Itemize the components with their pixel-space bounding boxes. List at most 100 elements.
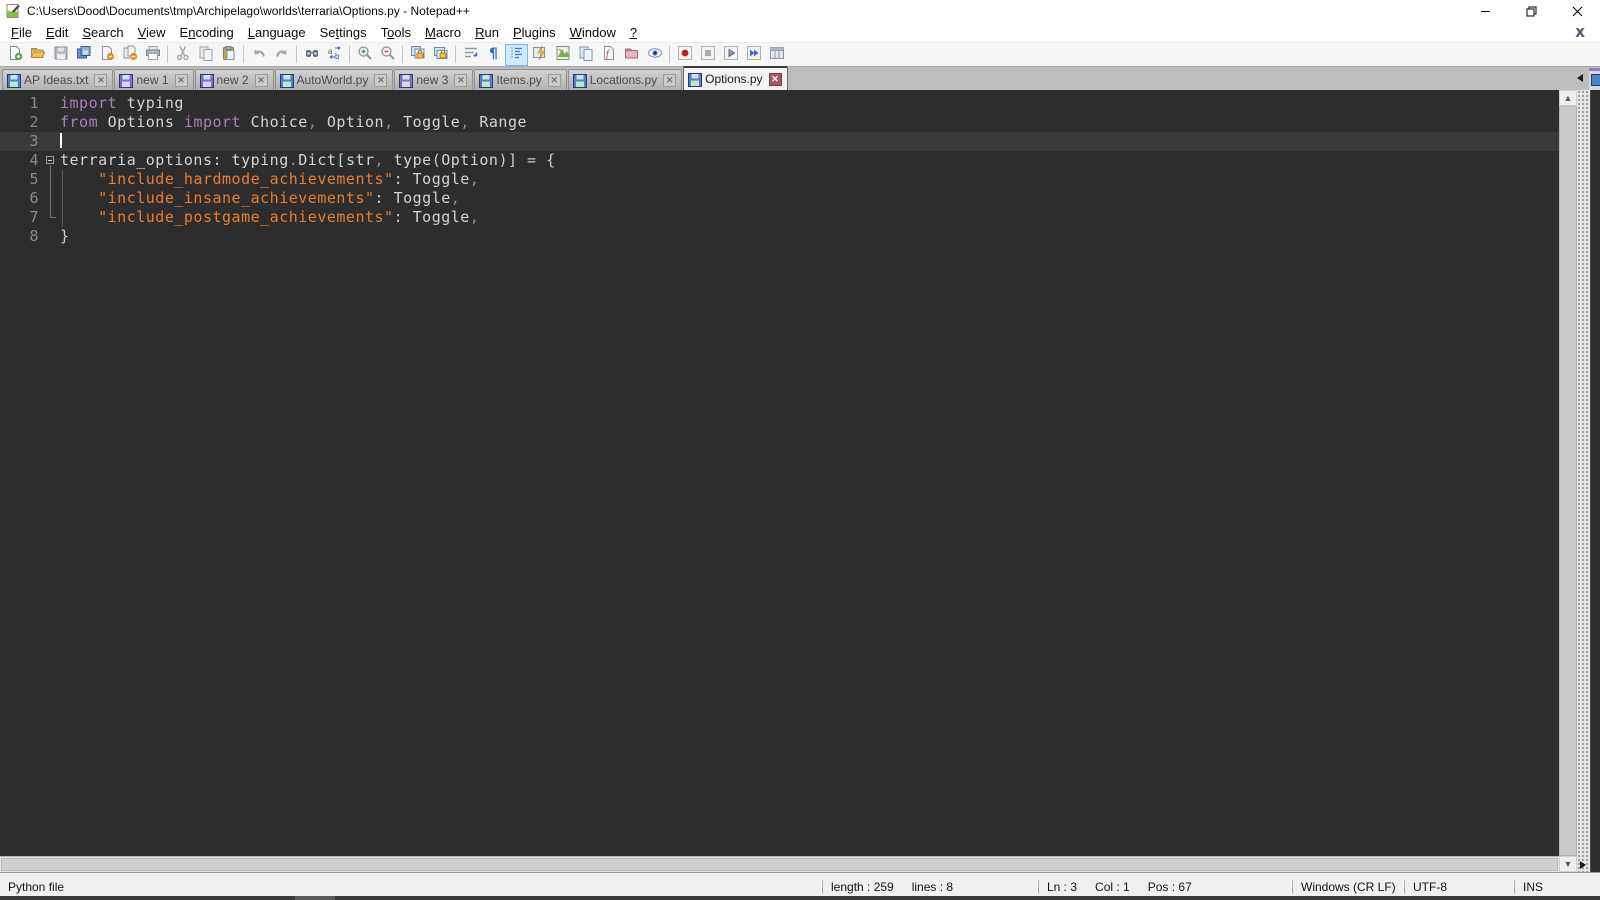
tab-close-icon[interactable]: ✕ xyxy=(547,73,561,87)
tab-close-icon[interactable]: ✕ xyxy=(768,72,782,86)
scroll-up-icon[interactable]: ▲ xyxy=(1559,90,1577,106)
scroll-down-icon[interactable]: ▼ xyxy=(1559,856,1577,872)
menu-item-search[interactable]: Search xyxy=(75,24,130,41)
tab-close-icon[interactable]: ✕ xyxy=(174,73,188,87)
toolbar-print-button[interactable] xyxy=(141,44,164,66)
menu-item-tools[interactable]: Tools xyxy=(374,24,418,41)
tab-options-py[interactable]: Options.py ✕ xyxy=(683,66,788,90)
tab-new-1[interactable]: new 1 ✕ xyxy=(114,69,194,90)
tab-scroll-left-icon[interactable] xyxy=(1577,74,1583,82)
toolbar-macro-run-multiple-button[interactable] xyxy=(742,44,765,66)
doc-type-status: Python file xyxy=(8,879,65,894)
menu-item-window[interactable]: Window xyxy=(563,24,623,41)
toolbar-indent-guide-button[interactable] xyxy=(505,43,528,66)
menu-item-view[interactable]: View xyxy=(131,24,173,41)
toolbar-paste-button[interactable] xyxy=(217,44,240,66)
toolbar-sync-horizontal-scroll-button[interactable] xyxy=(429,44,452,66)
vertical-scrollbar[interactable]: ▲ ▼ xyxy=(1559,90,1577,872)
toolbar-save-button[interactable] xyxy=(49,44,72,66)
tab-close-icon[interactable]: ✕ xyxy=(374,73,388,87)
toolbar-function-completion-button[interactable] xyxy=(528,44,551,66)
tab-new-2[interactable]: new 2 ✕ xyxy=(194,69,274,90)
code-line-1[interactable]: 1 import typing xyxy=(0,94,1559,113)
toolbar-zoom-out-button[interactable] xyxy=(376,44,399,66)
toolbar-macro-record-button[interactable] xyxy=(673,44,696,66)
vertical-scrollbar-thumb[interactable] xyxy=(1559,106,1577,856)
toolbar-document-list-button[interactable] xyxy=(574,44,597,66)
tab-locations-py[interactable]: Locations.py ✕ xyxy=(567,69,683,90)
toolbar-find-button[interactable] xyxy=(300,44,323,66)
toolbar-open-file-button[interactable] xyxy=(26,44,49,66)
toolbar-close-button[interactable] xyxy=(95,44,118,66)
tab-label: AP Ideas.txt xyxy=(24,73,89,87)
tab-bar: AP Ideas.txt ✕ new 1 ✕ new 2 ✕ AutoWorld.py ✕ ne… xyxy=(0,66,1600,90)
toolbar-cut-button[interactable] xyxy=(171,44,194,66)
menu-item-macro[interactable]: Macro xyxy=(418,24,468,41)
tab-close-icon[interactable]: ✕ xyxy=(254,73,268,87)
fold-collapse-icon[interactable] xyxy=(44,151,60,170)
toolbar-sync-vertical-scroll-button[interactable] xyxy=(406,44,429,66)
menu-item-settings[interactable]: Settings xyxy=(313,24,374,41)
position-status: Pos : 67 xyxy=(1147,879,1192,894)
menu-item-run[interactable]: Run xyxy=(468,24,506,41)
tab-close-icon[interactable]: ✕ xyxy=(663,73,677,87)
toolbar-redo-button[interactable] xyxy=(270,44,293,66)
toolbar-document-map-button[interactable] xyxy=(551,44,574,66)
editor-column: 1 import typing 2 from Options import Choic… xyxy=(0,90,1559,872)
splitter-collapse-icon[interactable] xyxy=(1580,861,1586,869)
code-line-7[interactable]: 7 "include_postgame_achievements": Toggl… xyxy=(0,208,1559,227)
toolbar-word-wrap-button[interactable] xyxy=(459,44,482,66)
close-button[interactable] xyxy=(1554,0,1600,22)
menu-item-edit[interactable]: Edit xyxy=(39,24,75,41)
tab-close-icon[interactable]: ✕ xyxy=(94,73,108,87)
menu-item-q[interactable]: ? xyxy=(623,24,644,41)
toolbar-close-all-button[interactable] xyxy=(118,44,141,66)
document-list-icon xyxy=(578,45,594,64)
close-document-icon[interactable]: X xyxy=(1575,25,1584,40)
toolbar-separator xyxy=(669,46,670,63)
tab-new-3[interactable]: new 3 ✕ xyxy=(394,69,474,90)
tab-items-py[interactable]: Items.py ✕ xyxy=(474,69,567,90)
editor-code[interactable]: 1 import typing 2 from Options import Choic… xyxy=(0,90,1559,856)
toolbar-macro-save-button[interactable] xyxy=(765,44,788,66)
code-text: "include_postgame_achievements": Toggle, xyxy=(98,208,480,226)
restore-button[interactable] xyxy=(1508,0,1554,22)
toolbar-file-monitoring-button[interactable] xyxy=(643,44,666,66)
code-line-4[interactable]: 4 terraria_options: typing.Dict[str, type… xyxy=(0,151,1559,170)
toolbar-macro-play-button[interactable] xyxy=(719,44,742,66)
toolbar-show-all-characters-button[interactable]: ¶ xyxy=(482,44,505,66)
toolbar-zoom-in-button[interactable] xyxy=(353,44,376,66)
toolbar-save-all-button[interactable] xyxy=(72,44,95,66)
tab-close-icon[interactable]: ✕ xyxy=(454,73,468,87)
toolbar-copy-button[interactable] xyxy=(194,44,217,66)
tab-autoworld-py[interactable]: AutoWorld.py ✕ xyxy=(274,69,394,90)
horizontal-scrollbar-thumb[interactable] xyxy=(1,858,1558,871)
toolbar-function-list-button[interactable]: f xyxy=(597,44,620,66)
eol-format-status[interactable]: Windows (CR LF) xyxy=(1292,879,1404,894)
code-line-5[interactable]: 5 "include_hardmode_achievements": Toggl… xyxy=(0,170,1559,189)
menu-item-file[interactable]: File xyxy=(4,24,39,41)
toolbar-macro-stop-button[interactable] xyxy=(696,44,719,66)
tab-ap-ideas-txt[interactable]: AP Ideas.txt ✕ xyxy=(2,69,114,90)
horizontal-scrollbar[interactable] xyxy=(0,856,1559,872)
encoding-status[interactable]: UTF-8 xyxy=(1404,879,1514,894)
menu-item-encoding[interactable]: Encoding xyxy=(173,24,241,41)
code-line-8[interactable]: 8} xyxy=(0,227,1559,246)
insert-mode-status[interactable]: INS xyxy=(1514,879,1600,894)
menu-item-language[interactable]: Language xyxy=(241,24,313,41)
function-list-icon: f xyxy=(601,45,617,64)
toolbar-new-file-button[interactable] xyxy=(3,44,26,66)
view-splitter[interactable] xyxy=(1577,90,1590,872)
toolbar-replace-button[interactable]: ab xyxy=(323,44,346,66)
second-view-tab-fragment xyxy=(1589,68,1600,90)
code-line-2[interactable]: 2 from Options import Choice, Option, Tog… xyxy=(0,113,1559,132)
toolbar-folder-as-workspace-button[interactable] xyxy=(620,44,643,66)
toolbar-undo-button[interactable] xyxy=(247,44,270,66)
tab-label: new 1 xyxy=(136,73,169,87)
code-line-6[interactable]: 6 "include_insane_achievements": Toggle, xyxy=(0,189,1559,208)
folder-as-workspace-icon xyxy=(624,45,640,64)
sync-vertical-scroll-icon xyxy=(410,45,426,64)
menu-item-plugins[interactable]: Plugins xyxy=(506,24,563,41)
code-line-3[interactable]: 3 xyxy=(0,132,1559,151)
minimize-button[interactable] xyxy=(1462,0,1508,22)
